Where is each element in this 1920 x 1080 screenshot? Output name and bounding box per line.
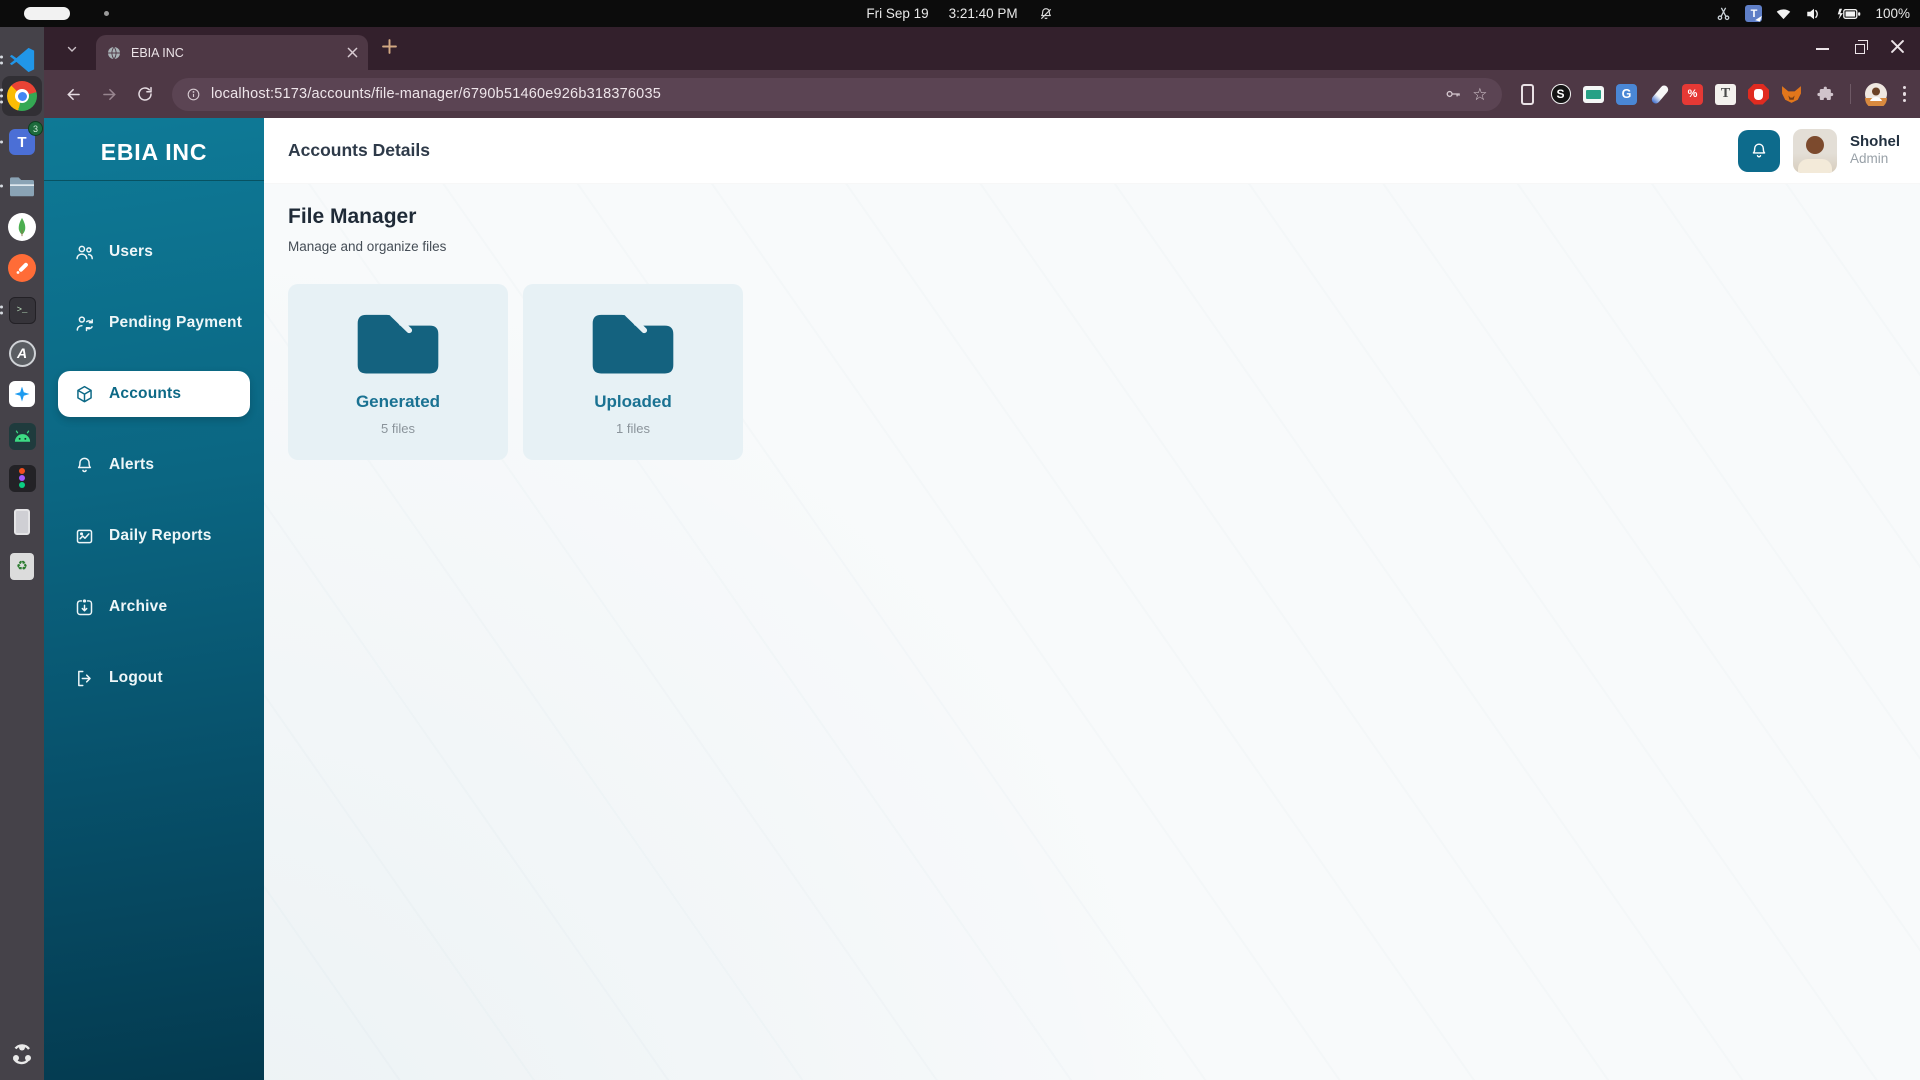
browser-toolbar: localhost:5173/accounts/file-manager/679…: [44, 70, 1920, 118]
page-header: Accounts Details Shohel Admin: [264, 118, 1920, 184]
sidebar-item-pending-payment[interactable]: Pending Payment: [58, 300, 250, 346]
app-sidebar: EBIA INC Users Pending Payment: [44, 118, 264, 1080]
window-close-button[interactable]: [1891, 40, 1904, 58]
sidebar-item-accounts[interactable]: Accounts: [58, 371, 250, 417]
user-avatar[interactable]: [1793, 129, 1837, 173]
dock-gray-app-icon[interactable]: A: [6, 337, 38, 369]
colorpicker-extension-icon[interactable]: [1648, 82, 1672, 106]
user-name: Shohel: [1850, 133, 1900, 152]
folder-icon: [353, 308, 443, 378]
extensions-puzzle-icon[interactable]: [1813, 82, 1837, 106]
section-subtitle: Manage and organize files: [288, 239, 1896, 254]
dock-share-icon[interactable]: [6, 1038, 38, 1070]
bookmark-star-icon[interactable]: ☆: [1472, 86, 1487, 103]
phone-extension-icon[interactable]: [1516, 82, 1540, 106]
bell-icon: [1749, 141, 1769, 161]
mail-extension-icon[interactable]: [1582, 82, 1606, 106]
folder-name: Generated: [356, 392, 440, 412]
volume-icon: [1805, 6, 1823, 22]
sidebar-item-alerts[interactable]: Alerts: [58, 442, 250, 488]
globe-favicon-icon: [106, 45, 122, 61]
address-bar[interactable]: localhost:5173/accounts/file-manager/679…: [172, 78, 1502, 111]
dock-star-app-icon[interactable]: [6, 378, 38, 410]
battery-percent: 100%: [1875, 6, 1910, 21]
battery-icon: [1836, 6, 1862, 22]
tab-title: EBIA INC: [131, 46, 338, 60]
dock-android-icon[interactable]: [6, 420, 38, 452]
tab-search-chevron-icon[interactable]: [58, 35, 86, 63]
user-role: Admin: [1850, 151, 1900, 168]
accounts-icon: [74, 384, 95, 405]
pending-payment-icon: [74, 313, 95, 334]
system-tray[interactable]: T 100%: [1715, 0, 1910, 27]
input-method-icon[interactable]: T: [1745, 5, 1762, 22]
users-icon: [74, 242, 95, 263]
forward-button[interactable]: [94, 79, 124, 109]
red-extension-icon[interactable]: %: [1681, 82, 1705, 106]
tab-strip: EBIA INC: [44, 27, 1920, 70]
system-date: Fri Sep 19: [866, 6, 928, 21]
folder-card-generated[interactable]: Generated 5 files: [288, 284, 508, 460]
notification-badge: 3: [28, 121, 43, 136]
new-tab-button[interactable]: [382, 39, 397, 59]
dock-figma-icon[interactable]: [6, 462, 38, 494]
file-manager-section: File Manager Manage and organize files G…: [264, 184, 1920, 460]
dnd-bell-icon: [1038, 6, 1054, 22]
dock-terminal-icon[interactable]: >_: [6, 294, 38, 326]
tab-close-icon[interactable]: [347, 47, 358, 58]
reload-button[interactable]: [130, 79, 160, 109]
archive-icon: [74, 597, 95, 618]
dock-chrome-icon[interactable]: [6, 80, 38, 112]
web-page: EBIA INC Users Pending Payment: [44, 118, 1920, 1080]
logout-icon: [74, 668, 95, 689]
back-button[interactable]: [58, 79, 88, 109]
adblock-extension-icon[interactable]: [1747, 82, 1771, 106]
translate-extension-icon[interactable]: G: [1615, 82, 1639, 106]
brand-title: EBIA INC: [44, 118, 264, 180]
dock-files-icon[interactable]: [6, 170, 38, 202]
notifications-button[interactable]: [1738, 130, 1780, 172]
alerts-icon: [74, 455, 95, 476]
sidebar-item-archive[interactable]: Archive: [58, 584, 250, 630]
clock-area[interactable]: Fri Sep 19 3:21:40 PM: [0, 0, 1920, 27]
browser-menu-icon[interactable]: [1903, 86, 1907, 103]
daily-reports-icon: [74, 526, 95, 547]
dock-phone-mirror-icon[interactable]: [6, 506, 38, 538]
url-text[interactable]: localhost:5173/accounts/file-manager/679…: [211, 86, 1434, 102]
dock-mongodb-icon[interactable]: [6, 211, 38, 243]
system-bar: Fri Sep 19 3:21:40 PM T: [0, 0, 1920, 27]
dock-postman-icon[interactable]: [6, 252, 38, 284]
sidebar-item-users[interactable]: Users: [58, 229, 250, 275]
sidebar-item-logout[interactable]: Logout: [58, 655, 250, 701]
main-area: Accounts Details Shohel Admin: [264, 118, 1920, 1080]
folder-icon: [588, 308, 678, 378]
browser-window: EBIA INC: [44, 27, 1920, 1080]
window-restore-button[interactable]: [1855, 44, 1865, 54]
scissors-icon: [1715, 5, 1732, 22]
window-minimize-button[interactable]: [1816, 48, 1829, 50]
system-time: 3:21:40 PM: [949, 6, 1018, 21]
site-info-icon[interactable]: [186, 87, 201, 102]
folder-count: 5 files: [381, 421, 415, 436]
sidebar-item-daily-reports[interactable]: Daily Reports: [58, 513, 250, 559]
text-extension-icon[interactable]: T: [1714, 82, 1738, 106]
dock-trash-icon[interactable]: ♻: [6, 550, 38, 582]
shortkeys-extension-icon[interactable]: S: [1549, 82, 1573, 106]
user-info: Shohel Admin: [1850, 133, 1900, 169]
wifi-icon: [1775, 6, 1792, 21]
page-title: Accounts Details: [288, 140, 430, 161]
folder-count: 1 files: [616, 421, 650, 436]
dock: T 3 >_ A: [0, 27, 44, 1080]
browser-tab[interactable]: EBIA INC: [96, 35, 368, 70]
dock-teams-icon[interactable]: T 3: [6, 126, 38, 158]
folder-card-uploaded[interactable]: Uploaded 1 files: [523, 284, 743, 460]
dock-vscode-icon[interactable]: [6, 44, 38, 76]
folder-name: Uploaded: [594, 392, 671, 412]
password-key-icon[interactable]: [1444, 85, 1462, 103]
extensions-area: S G % T: [1516, 82, 1907, 106]
section-title: File Manager: [288, 205, 1896, 229]
fox-extension-icon[interactable]: [1780, 82, 1804, 106]
profile-avatar-icon[interactable]: [1864, 82, 1888, 106]
